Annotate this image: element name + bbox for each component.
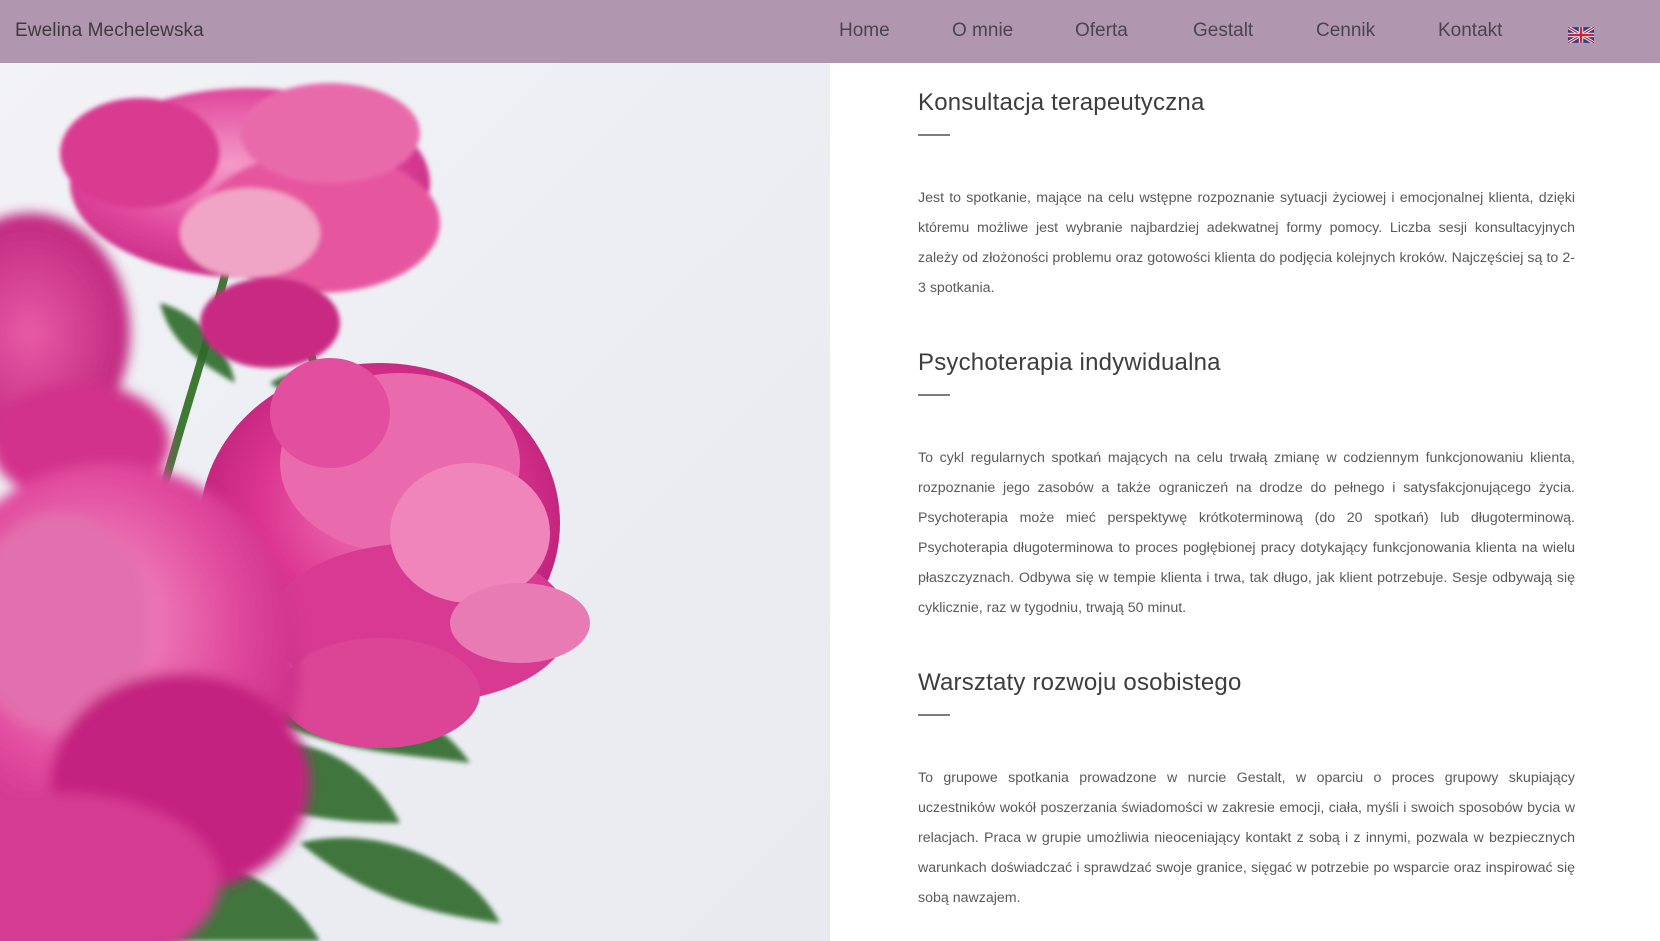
peonies-photo xyxy=(0,63,830,941)
offer-content: Konsultacja terapeutyczna Jest to spotka… xyxy=(918,63,1575,941)
uk-flag-icon[interactable] xyxy=(1567,25,1595,45)
section-warsztaty: Warsztaty rozwoju osobistego To grupowe … xyxy=(918,669,1575,913)
section-title: Warsztaty rozwoju osobistego xyxy=(918,669,1242,696)
section-title: Psychoterapia indywidualna xyxy=(918,349,1221,376)
nav-oferta[interactable]: Oferta xyxy=(1075,20,1128,42)
section-konsultacja: Konsultacja terapeutyczna Jest to spotka… xyxy=(918,89,1575,303)
section-text: To grupowe spotkania prowadzone w nurcie… xyxy=(918,770,1575,906)
section-psychoterapia: Psychoterapia indywidualna To cykl regul… xyxy=(918,349,1575,623)
title-divider xyxy=(918,134,950,136)
main-nav: Home O mnie Oferta Gestalt Cennik Kontak… xyxy=(0,20,1660,46)
nav-kontakt[interactable]: Kontakt xyxy=(1438,20,1502,42)
top-navigation-bar: Ewelina Mechelewska Home O mnie Oferta G… xyxy=(0,0,1660,63)
nav-home[interactable]: Home xyxy=(839,20,890,42)
nav-cennik[interactable]: Cennik xyxy=(1316,20,1375,42)
section-title: Konsultacja terapeutyczna xyxy=(918,89,1205,116)
nav-o-mnie[interactable]: O mnie xyxy=(952,20,1013,42)
section-text: To cykl regularnych spotkań mających na … xyxy=(918,450,1575,616)
nav-gestalt[interactable]: Gestalt xyxy=(1193,20,1253,42)
title-divider xyxy=(918,394,950,396)
section-text: Jest to spotkanie, mające na celu wstępn… xyxy=(918,190,1575,296)
title-divider xyxy=(918,714,950,716)
